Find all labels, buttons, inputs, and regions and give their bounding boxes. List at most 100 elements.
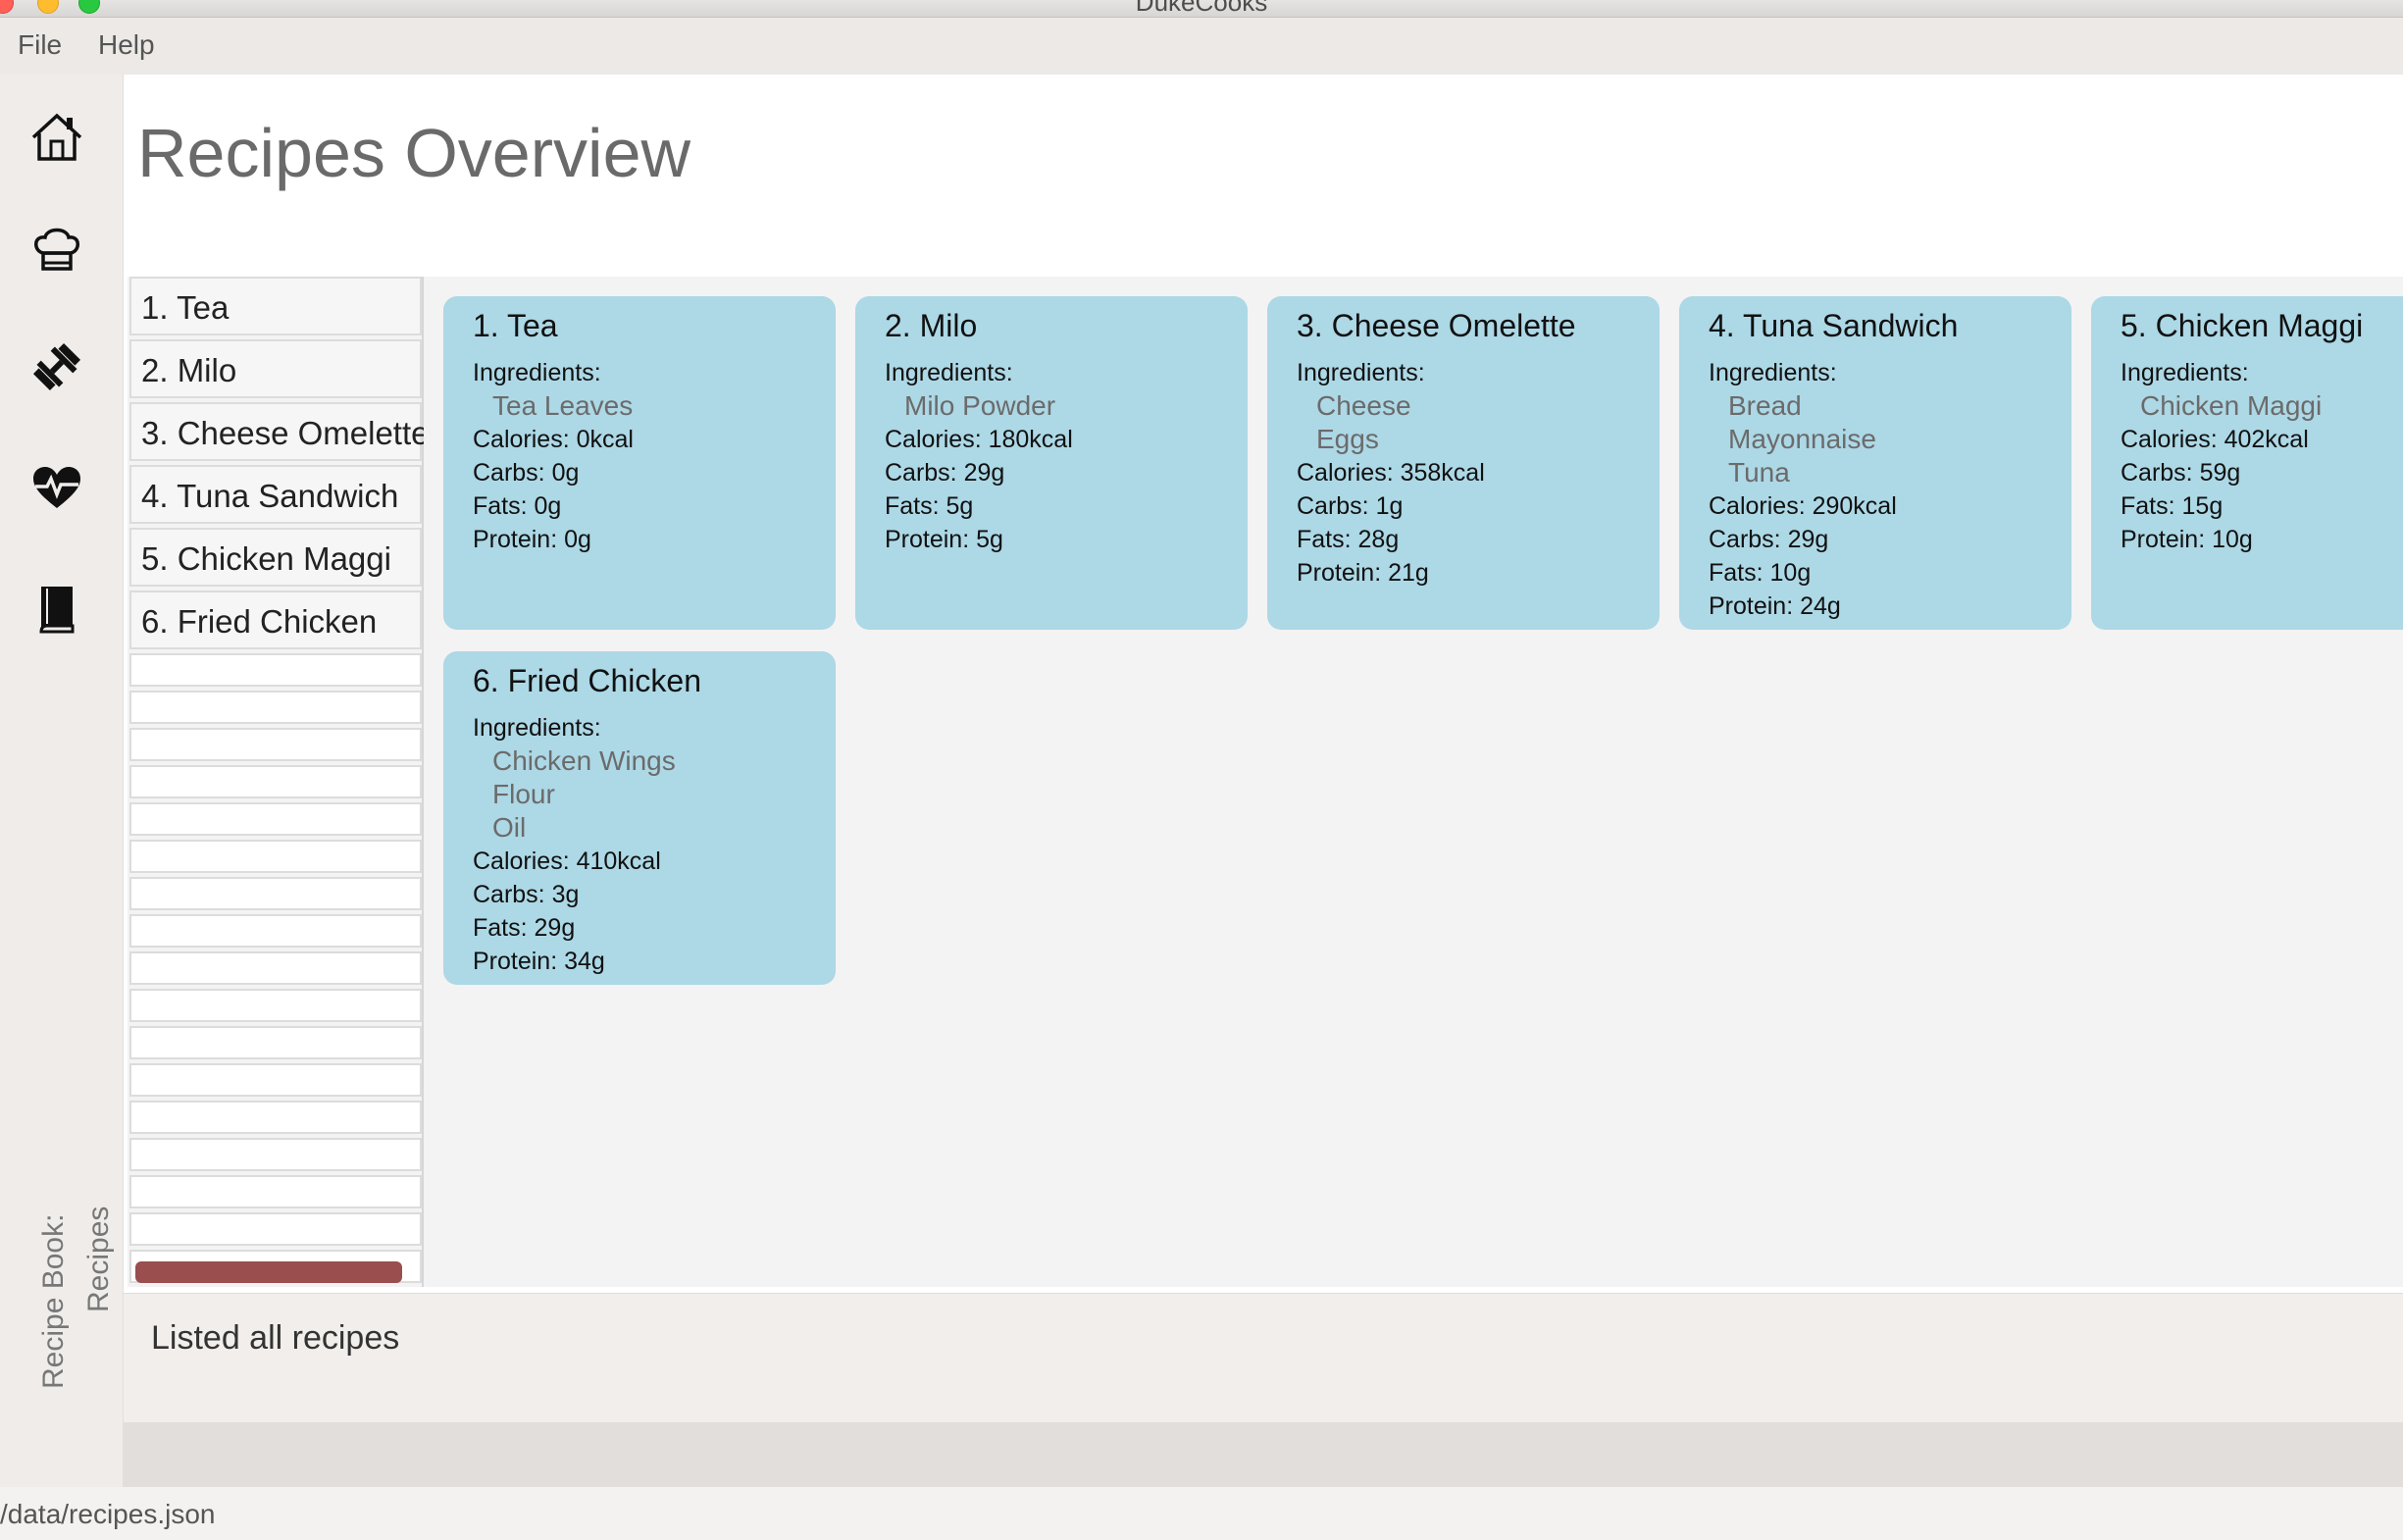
fats-value: Fats: 0g — [473, 492, 562, 520]
list-item-label: 3. Cheese Omelette — [141, 415, 430, 451]
recipe-book-label: Recipe Book: — [37, 1213, 70, 1389]
save-location: /data/recipes.json — [0, 1499, 216, 1529]
window-title: DukeCooks — [1135, 0, 1268, 17]
list-item[interactable]: 3. Cheese Omelette — [129, 402, 430, 461]
recipe-card-title: 4. Tuna Sandwich — [1709, 308, 1959, 343]
list-item[interactable]: 6. Fried Chicken — [129, 590, 422, 649]
ingredient-item: Eggs — [1316, 424, 1379, 454]
recipe-card-title: 5. Chicken Maggi — [2121, 308, 2364, 343]
empty-list-row — [129, 765, 422, 798]
menu-file[interactable]: File — [18, 29, 62, 61]
title-bar: DukeCooks — [0, 0, 2403, 18]
fats-value: Fats: 15g — [2121, 492, 2224, 520]
empty-list-row — [129, 989, 422, 1022]
recipe-list[interactable]: 1. Tea 2. Milo 3. Cheese Omelette 4. Tun… — [128, 277, 430, 1287]
fats-value: Fats: 5g — [885, 492, 974, 520]
empty-list-row — [129, 914, 422, 948]
nav-diary-button[interactable] — [22, 573, 92, 643]
list-item-label: 5. Chicken Maggi — [141, 540, 391, 577]
empty-list-row — [129, 728, 422, 761]
list-item[interactable]: 1. Tea — [129, 277, 422, 335]
recipe-card[interactable]: 3. Cheese Omelette Ingredients: Cheese E… — [1267, 296, 1660, 630]
empty-list-row — [129, 1026, 422, 1059]
ingredients-label: Ingredients: — [1709, 359, 1837, 386]
dumbbell-icon — [32, 342, 81, 391]
list-item[interactable]: 2. Milo — [129, 339, 422, 398]
recipes-mode-label: Recipes — [82, 1206, 115, 1312]
list-item[interactable]: 5. Chicken Maggi — [129, 528, 422, 587]
empty-list-row — [129, 1212, 422, 1246]
ingredient-item: Tea Leaves — [492, 390, 634, 421]
protein-value: Protein: 34g — [473, 948, 605, 975]
recipe-card-title: 3. Cheese Omelette — [1297, 308, 1576, 343]
page-title: Recipes Overview — [137, 115, 691, 191]
calories-value: Calories: 358kcal — [1297, 459, 1485, 487]
ingredient-item: Chicken Maggi — [2140, 390, 2323, 421]
protein-value: Protein: 24g — [1709, 592, 1841, 620]
carbs-value: Carbs: 0g — [473, 459, 580, 487]
carbs-value: Carbs: 1g — [1297, 492, 1404, 520]
nav-health-button[interactable] — [22, 453, 92, 524]
empty-list-row — [129, 840, 422, 873]
list-scrollbar[interactable] — [135, 1261, 402, 1283]
ingredient-item: Tuna — [1728, 457, 1790, 488]
menu-bar: File Help — [0, 18, 2403, 75]
empty-list-row — [129, 691, 422, 724]
recipe-card-title: 6. Fried Chicken — [473, 663, 701, 698]
list-item-label: 2. Milo — [141, 352, 237, 388]
menu-help[interactable]: Help — [98, 29, 155, 61]
ingredient-item: Bread — [1728, 390, 1802, 421]
nav-home-button[interactable] — [22, 102, 92, 173]
list-item[interactable]: 4. Tuna Sandwich — [129, 465, 422, 524]
recipe-card[interactable]: 4. Tuna Sandwich Ingredients: Bread Mayo… — [1679, 296, 2071, 630]
recipe-card[interactable]: 6. Fried Chicken Ingredients: Chicken Wi… — [443, 651, 836, 985]
list-item-label: 1. Tea — [141, 289, 230, 326]
fats-value: Fats: 10g — [1709, 559, 1812, 587]
protein-value: Protein: 21g — [1297, 559, 1429, 587]
protein-value: Protein: 10g — [2121, 526, 2253, 553]
ingredients-label: Ingredients: — [473, 714, 601, 742]
ingredient-item: Cheese — [1316, 390, 1411, 421]
empty-list-row — [129, 1063, 422, 1097]
carbs-value: Carbs: 29g — [1709, 526, 1829, 553]
recipe-card[interactable]: 2. Milo Ingredients: Milo Powder Calorie… — [855, 296, 1248, 630]
empty-list-row — [129, 1138, 422, 1171]
ingredient-item: Mayonnaise — [1728, 424, 1876, 454]
empty-list-row — [129, 802, 422, 836]
chef-hat-icon — [34, 228, 79, 271]
status-bar: /data/recipes.json — [0, 1487, 2403, 1540]
empty-list-row — [129, 653, 422, 687]
empty-list-row — [129, 877, 422, 910]
empty-list-row — [129, 1101, 422, 1134]
nav-recipes-button[interactable] — [22, 214, 92, 284]
fats-value: Fats: 28g — [1297, 526, 1400, 553]
ingredients-label: Ingredients: — [2121, 359, 2249, 386]
ingredient-item: Flour — [492, 779, 555, 809]
protein-value: Protein: 0g — [473, 526, 591, 553]
recipe-card[interactable]: 1. Tea Ingredients: Tea Leaves Calories:… — [443, 296, 836, 630]
main-panel: Recipes Overview 1. Tea 2. Milo 3. Chees… — [124, 75, 2403, 1487]
recipe-card-title: 1. Tea — [473, 308, 558, 343]
heartbeat-icon — [33, 467, 80, 508]
fats-value: Fats: 29g — [473, 914, 576, 942]
result-message: Listed all recipes — [151, 1319, 400, 1357]
nav-workout-button[interactable] — [22, 332, 92, 402]
list-item-label: 4. Tuna Sandwich — [141, 478, 399, 514]
calories-value: Calories: 290kcal — [1709, 492, 1897, 520]
book-icon — [39, 587, 75, 634]
ingredient-item: Chicken Wings — [492, 745, 676, 776]
sidebar: Recipe Book: Recipes — [0, 75, 124, 1487]
ingredients-label: Ingredients: — [885, 359, 1013, 386]
carbs-value: Carbs: 29g — [885, 459, 1005, 487]
home-icon — [31, 113, 82, 161]
ingredient-item: Oil — [492, 812, 527, 843]
ingredients-label: Ingredients: — [1297, 359, 1425, 386]
carbs-value: Carbs: 59g — [2121, 459, 2241, 487]
protein-value: Protein: 5g — [885, 526, 1003, 553]
recipe-card[interactable]: 5. Chicken Maggi Ingredients: Chicken Ma… — [2091, 296, 2403, 630]
calories-value: Calories: 0kcal — [473, 426, 634, 453]
calories-value: Calories: 410kcal — [473, 847, 661, 875]
recipe-card-title: 2. Milo — [885, 308, 978, 343]
command-input[interactable] — [124, 1422, 2403, 1487]
ingredients-label: Ingredients: — [473, 359, 601, 386]
